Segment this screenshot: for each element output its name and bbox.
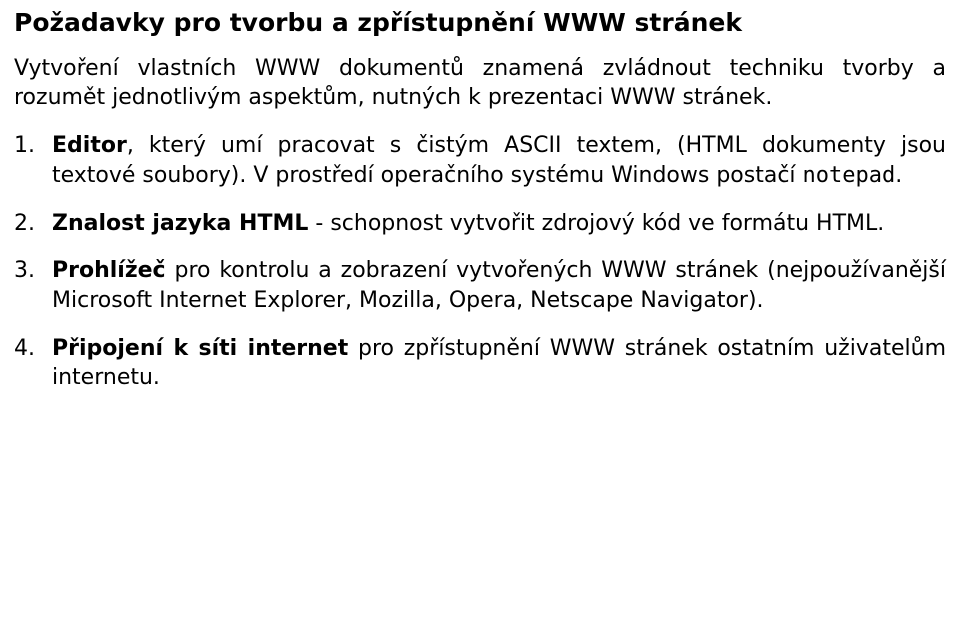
item-lead: Připojení k síti internet <box>52 336 348 361</box>
item-lead: Znalost jazyka HTML <box>52 211 308 236</box>
item-text: - schopnost vytvořit zdrojový kód ve for… <box>308 211 884 236</box>
item-text-after: . <box>895 163 902 188</box>
item-number: 3. <box>14 256 44 286</box>
list-item: 4. Připojení k síti internet pro zpřístu… <box>14 334 946 393</box>
item-mono: notepad <box>803 163 896 188</box>
requirements-list: 1. Editor, který umí pracovat s čistým A… <box>14 131 946 393</box>
item-number: 4. <box>14 334 44 364</box>
item-number: 2. <box>14 209 44 239</box>
item-text: pro kontrolu a zobrazení vytvořených WWW… <box>52 258 946 313</box>
item-lead: Editor <box>52 133 127 158</box>
list-item: 1. Editor, který umí pracovat s čistým A… <box>14 131 946 190</box>
list-item: 3. Prohlížeč pro kontrolu a zobrazení vy… <box>14 256 946 315</box>
page-title: Požadavky pro tvorbu a zpřístupnění WWW … <box>14 6 946 40</box>
list-item: 2. Znalost jazyka HTML - schopnost vytvo… <box>14 209 946 239</box>
item-lead: Prohlížeč <box>52 258 166 283</box>
item-number: 1. <box>14 131 44 161</box>
intro-paragraph: Vytvoření vlastních WWW dokumentů znamen… <box>14 54 946 113</box>
document-page: Požadavky pro tvorbu a zpřístupnění WWW … <box>0 0 960 421</box>
